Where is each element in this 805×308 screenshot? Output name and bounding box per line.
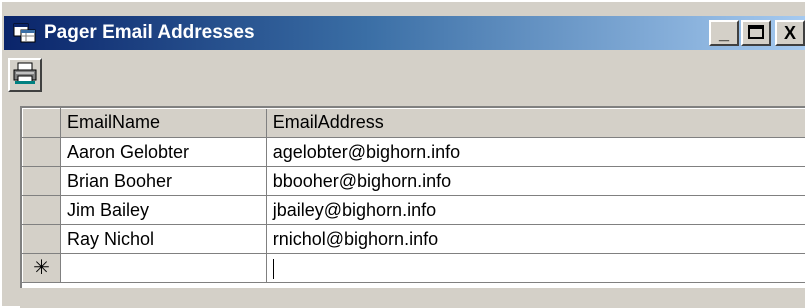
email-name-cell[interactable]: Aaron Gelobter — [60, 138, 266, 167]
table-row: Aaron Gelobter agelobter@bighorn.info — [23, 138, 805, 167]
window-title: Pager Email Addresses — [44, 22, 255, 44]
printer-icon — [12, 61, 38, 90]
new-email-name-cell[interactable] — [60, 254, 266, 283]
row-selector[interactable] — [23, 138, 61, 167]
print-button[interactable] — [8, 58, 42, 92]
window-controls: _ X — [709, 20, 805, 46]
email-name-cell[interactable]: Jim Bailey — [60, 196, 266, 225]
minimize-button[interactable]: _ — [709, 20, 739, 46]
new-record-icon: ✳ — [33, 257, 50, 279]
maximize-button[interactable] — [741, 20, 771, 46]
toolbar — [8, 58, 42, 94]
header-row: EmailName EmailAddress — [23, 109, 805, 138]
table-row: Brian Booher bbooher@bighorn.info — [23, 167, 805, 196]
title-bar[interactable]: Pager Email Addresses _ X — [4, 16, 805, 50]
datasheet-icon — [12, 21, 38, 45]
email-name-cell[interactable]: Brian Booher — [60, 167, 266, 196]
datasheet-grid: EmailName EmailAddress Aaron Gelobter ag… — [20, 106, 805, 288]
close-icon: X — [784, 23, 796, 44]
app-window: Pager Email Addresses _ X — [0, 0, 805, 306]
email-address-cell[interactable]: rnichol@bighorn.info — [266, 225, 805, 254]
email-table: EmailName EmailAddress Aaron Gelobter ag… — [22, 108, 805, 283]
column-header-emailaddress[interactable]: EmailAddress — [266, 109, 805, 138]
maximize-icon — [748, 23, 764, 44]
select-all-cell[interactable] — [23, 109, 61, 138]
table-row: Jim Bailey jbailey@bighorn.info — [23, 196, 805, 225]
row-selector[interactable] — [23, 196, 61, 225]
email-name-cell[interactable]: Ray Nichol — [60, 225, 266, 254]
minimize-icon: _ — [719, 23, 729, 44]
email-address-cell[interactable]: jbailey@bighorn.info — [266, 196, 805, 225]
text-caret — [273, 259, 274, 279]
row-selector[interactable] — [23, 225, 61, 254]
email-address-cell[interactable]: bbooher@bighorn.info — [266, 167, 805, 196]
row-selector[interactable] — [23, 167, 61, 196]
new-record-row: ✳ — [23, 254, 805, 283]
new-record-selector[interactable]: ✳ — [23, 254, 61, 283]
email-address-cell[interactable]: agelobter@bighorn.info — [266, 138, 805, 167]
new-email-address-cell[interactable] — [266, 254, 805, 283]
grid-bottom-area — [20, 288, 805, 308]
table-row: Ray Nichol rnichol@bighorn.info — [23, 225, 805, 254]
column-header-emailname[interactable]: EmailName — [60, 109, 266, 138]
close-button[interactable]: X — [775, 20, 805, 46]
